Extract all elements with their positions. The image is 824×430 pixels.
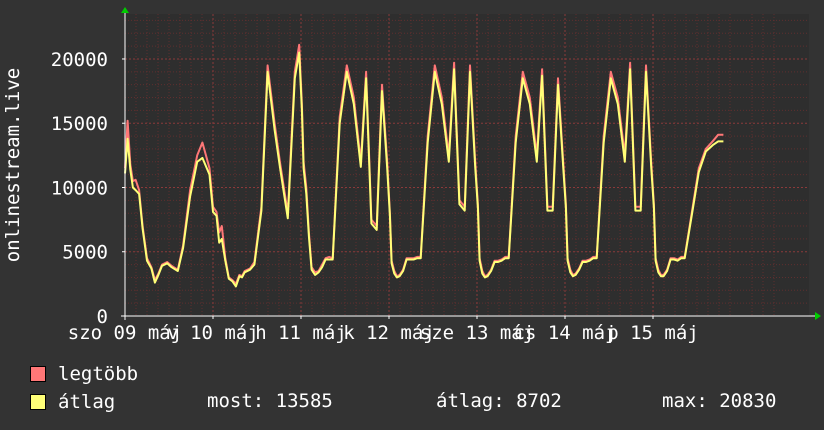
x-tick-label: h 11 máj (255, 322, 347, 344)
legend-avg: átlag (30, 391, 115, 413)
y-tick-label: 10000 (51, 177, 108, 199)
x-tick-label: cs 14 máj (514, 322, 617, 344)
legend-label-max: legtöbb (58, 363, 139, 385)
legend-swatch-max (30, 366, 46, 382)
stat-avg: átlag: 8702 (436, 390, 562, 412)
x-tick-label: p 15 máj (607, 322, 699, 344)
legend-label-avg: átlag (58, 391, 116, 413)
x-tick-label: szo 09 máj (68, 322, 182, 344)
stat-now: most: 13585 (207, 390, 333, 412)
stat-max: max: 20830 (662, 390, 777, 412)
x-axis-arrow (815, 312, 821, 320)
y-tick-label: 20000 (51, 49, 108, 71)
y-tick-label: 5000 (62, 242, 108, 264)
y-axis-label: onlinestream.live (2, 68, 24, 262)
legend-swatch-avg (30, 394, 46, 410)
y-axis-arrow (121, 7, 129, 13)
y-tick-label: 15000 (51, 113, 108, 135)
legend-max: legtöbb (30, 363, 138, 385)
x-tick-label: v 10 máj (167, 322, 259, 344)
